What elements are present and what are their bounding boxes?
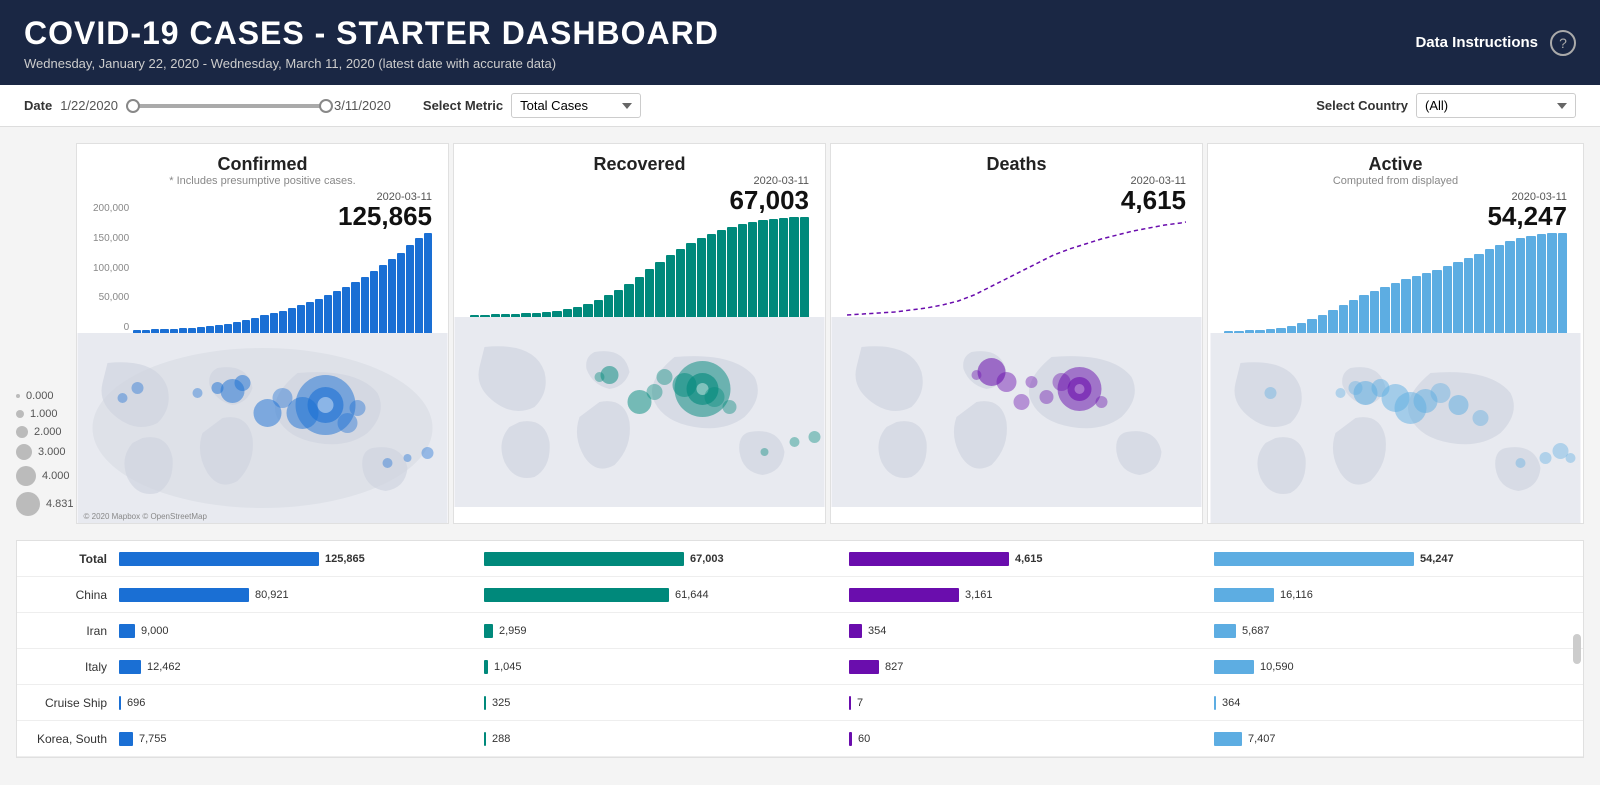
confirmed-subtitle: * Includes presumptive positive cases. (89, 175, 436, 187)
data-table: Total 125,865 67,003 4,615 54,247 China (16, 540, 1584, 758)
active-bars (1224, 233, 1567, 333)
active-cell-korea: 7,407 (1210, 732, 1575, 746)
active-map (1208, 333, 1583, 523)
active-cell-cruise: 364 (1210, 696, 1575, 710)
header: COVID-19 CASES - STARTER DASHBOARD Wedne… (0, 0, 1600, 85)
controls-bar: Date 1/22/2020 3/11/2020 Select Metric T… (0, 85, 1600, 127)
row-label-cruise: Cruise Ship (25, 696, 115, 710)
legend-item-2: 2.000 (16, 426, 76, 438)
confirmed-cell-korea: 7,755 (115, 732, 480, 746)
country-select[interactable]: (All) China Iran Italy USA (1416, 93, 1576, 118)
scrollbar[interactable] (1573, 634, 1581, 664)
confirmed-cell-cruise: 696 (115, 696, 480, 710)
date-start: 1/22/2020 (60, 98, 118, 113)
active-panel: Active Computed from displayed 2020-03-1… (1207, 143, 1584, 524)
confirmed-map: © 2020 Mapbox © OpenStreetMap (77, 333, 448, 523)
table-row-korea: Korea, South 7,755 288 60 7,407 (17, 721, 1583, 757)
row-label-iran: Iran (25, 624, 115, 638)
help-icon[interactable]: ? (1550, 30, 1576, 56)
legend-label-2: 2.000 (34, 426, 62, 438)
recovered-map (454, 317, 825, 507)
legend-label-4: 4.000 (42, 470, 70, 482)
recovered-cell-cruise: 325 (480, 696, 845, 710)
deaths-panel: Deaths 2020-03-11 4,615 (830, 143, 1203, 524)
date-control-group: Date 1/22/2020 3/11/2020 (24, 96, 391, 116)
recovered-cell-italy: 1,045 (480, 660, 845, 674)
legend-item-1: 1.000 (16, 408, 76, 420)
active-cell-total: 54,247 (1210, 552, 1575, 566)
deaths-cell-italy: 827 (845, 660, 1210, 674)
dashboard-subtitle: Wednesday, January 22, 2020 - Wednesday,… (24, 56, 719, 71)
metric-control-group: Select Metric Total Cases New Cases Per … (423, 93, 641, 118)
legend: 0.000 1.000 2.000 3.000 4.000 (16, 382, 76, 524)
recovered-value: 67,003 (470, 187, 809, 213)
dashboard-title: COVID-19 CASES - STARTER DASHBOARD (24, 15, 719, 52)
active-value: 54,247 (1224, 203, 1567, 229)
confirmed-cell-iran: 9,000 (115, 624, 480, 638)
confirmed-cell-italy: 12,462 (115, 660, 480, 674)
recovered-cell-korea: 288 (480, 732, 845, 746)
country-label: Select Country (1316, 98, 1408, 113)
active-cell-italy: 10,590 (1210, 660, 1575, 674)
legend-label-5: 4.831 (46, 498, 74, 510)
deaths-chart (847, 217, 1186, 317)
legend-item-4: 4.000 (16, 466, 76, 486)
active-cell-iran: 5,687 (1210, 624, 1575, 638)
header-left: COVID-19 CASES - STARTER DASHBOARD Wedne… (24, 15, 719, 71)
legend-label-1: 1.000 (30, 408, 58, 420)
confirmed-title: Confirmed (89, 154, 436, 175)
deaths-value: 4,615 (847, 187, 1186, 213)
deaths-title: Deaths (843, 154, 1190, 175)
deaths-cell-korea: 60 (845, 732, 1210, 746)
recovered-cell-total: 67,003 (480, 552, 845, 566)
metric-label: Select Metric (423, 98, 503, 113)
confirmed-bars (133, 233, 432, 333)
legend-item-5: 4.831 (16, 492, 76, 516)
active-cell-china: 16,116 (1210, 588, 1575, 602)
row-label-italy: Italy (25, 660, 115, 674)
row-label-china: China (25, 588, 115, 602)
deaths-cell-cruise: 7 (845, 696, 1210, 710)
date-slider[interactable] (126, 96, 326, 116)
legend-item-0: 0.000 (16, 390, 76, 402)
row-label-total: Total (25, 552, 115, 566)
confirmed-cell-total: 125,865 (115, 552, 480, 566)
deaths-cell-china: 3,161 (845, 588, 1210, 602)
legend-label-3: 3.000 (38, 446, 66, 458)
recovered-cell-china: 61,644 (480, 588, 845, 602)
table-row-cruise: Cruise Ship 696 325 7 364 (17, 685, 1583, 721)
active-subtitle: Computed from displayed (1220, 175, 1571, 187)
recovered-bars (470, 217, 809, 317)
row-label-korea: Korea, South (25, 732, 115, 746)
country-control-group: Select Country (All) China Iran Italy US… (1316, 93, 1576, 118)
main-content: 0.000 1.000 2.000 3.000 4.000 (0, 127, 1600, 758)
table-row-total: Total 125,865 67,003 4,615 54,247 (17, 541, 1583, 577)
legend-label-0: 0.000 (26, 390, 54, 402)
deaths-cell-iran: 354 (845, 624, 1210, 638)
confirmed-cell-china: 80,921 (115, 588, 480, 602)
deaths-map (831, 317, 1202, 507)
legend-panel: 0.000 1.000 2.000 3.000 4.000 (16, 143, 76, 532)
date-end: 3/11/2020 (334, 98, 391, 113)
date-label: Date (24, 98, 52, 113)
legend-item-3: 3.000 (16, 444, 76, 460)
metric-select[interactable]: Total Cases New Cases Per Capita (511, 93, 641, 118)
recovered-title: Recovered (466, 154, 813, 175)
recovered-cell-iran: 2,959 (480, 624, 845, 638)
recovered-panel: Recovered 2020-03-11 67,003 (453, 143, 826, 524)
table-row-iran: Iran 9,000 2,959 354 5,687 (17, 613, 1583, 649)
confirmed-panel: Confirmed * Includes presumptive positiv… (76, 143, 449, 524)
deaths-cell-total: 4,615 (845, 552, 1210, 566)
active-title: Active (1220, 154, 1571, 175)
svg-text:© 2020 Mapbox © OpenStreetMap: © 2020 Mapbox © OpenStreetMap (84, 512, 208, 521)
table-row-italy: Italy 12,462 1,045 827 10,590 (17, 649, 1583, 685)
data-instructions-link[interactable]: Data Instructions (1415, 34, 1538, 51)
header-right: Data Instructions ? (1415, 30, 1576, 56)
confirmed-value: 125,865 (133, 203, 432, 229)
table-row-china: China 80,921 61,644 3,161 16,116 (17, 577, 1583, 613)
